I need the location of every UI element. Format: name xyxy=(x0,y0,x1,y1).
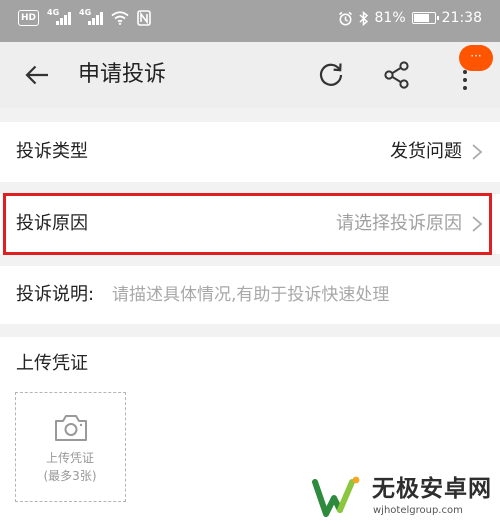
watermark: 无极安卓网 wjhotelgroup.com xyxy=(312,472,496,522)
status-right: 81% 21:38 xyxy=(338,10,482,26)
complaint-type-value: 发货问题 xyxy=(390,141,462,162)
chevron-right-icon xyxy=(472,144,483,160)
signal-icon: 4G xyxy=(47,8,72,25)
status-left: HD 4G 4G xyxy=(18,8,151,26)
bluetooth-icon xyxy=(359,10,368,26)
refresh-icon xyxy=(319,63,343,86)
complaint-type-label: 投诉类型 xyxy=(16,141,88,162)
hd-icon: HD xyxy=(18,10,40,26)
page-title: 申请投诉 xyxy=(78,62,167,87)
upload-evidence-button[interactable]: 上传凭证 (最多3张) xyxy=(15,392,126,502)
watermark-name: 无极安卓网 xyxy=(372,476,492,502)
watermark-url: wjhotelgroup.com xyxy=(373,505,463,516)
clock: 21:38 xyxy=(441,10,482,26)
alarm-icon xyxy=(338,11,352,25)
message-badge[interactable]: ··· xyxy=(459,45,493,71)
highlight-box xyxy=(3,193,492,255)
complaint-description-label: 投诉说明: xyxy=(16,284,95,305)
share-button[interactable] xyxy=(380,58,414,92)
back-button[interactable] xyxy=(22,60,52,90)
wifi-icon xyxy=(111,11,129,25)
network-type-label: 4G xyxy=(47,8,60,17)
network-type-label: 4G xyxy=(79,8,92,17)
camera-icon xyxy=(55,415,87,441)
refresh-button[interactable] xyxy=(314,58,348,92)
complaint-description-row: 投诉说明: 请描述具体情况,有助于投诉快速处理 xyxy=(0,266,500,324)
upload-box-label: 上传凭证 xyxy=(45,451,94,465)
app-bar: 申请投诉 xyxy=(0,42,500,108)
battery-fill xyxy=(413,14,430,22)
signal-icon: 4G xyxy=(79,8,104,25)
more-icon xyxy=(463,70,467,90)
watermark-logo-icon xyxy=(312,476,360,517)
upload-box-limit: (最多3张) xyxy=(43,469,97,483)
complaint-type-row[interactable]: 投诉类型 发货问题 xyxy=(0,122,500,182)
nfc-icon xyxy=(137,10,151,26)
back-arrow-icon xyxy=(25,65,48,85)
share-icon xyxy=(384,61,409,89)
status-bar: HD 4G 4G 81% 21:38 xyxy=(0,0,500,42)
upload-title: 上传凭证 xyxy=(16,353,88,374)
battery-icon xyxy=(411,12,439,24)
complaint-description-input[interactable]: 请描述具体情况,有助于投诉快速处理 xyxy=(112,282,482,308)
battery-percent: 81% xyxy=(374,10,406,26)
